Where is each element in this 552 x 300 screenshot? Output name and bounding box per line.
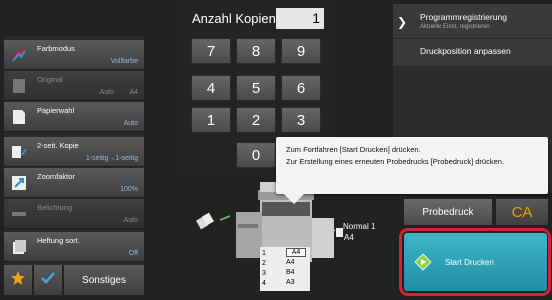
key-1[interactable]: 1 — [191, 107, 231, 133]
duplex-label: 2-seit. Kopie — [37, 141, 79, 150]
other-functions-button[interactable]: Sonstiges — [64, 265, 144, 295]
duplex-button[interactable]: 2-seit. Kopie 1-seitig→1-seitig — [4, 137, 144, 167]
tray-4-num: 4 — [262, 280, 266, 287]
program-register-label: Programmregistrierung — [420, 12, 507, 22]
color-mode-label: Farbmodus — [37, 44, 75, 53]
paper-select-button[interactable]: Papierwahl Auto — [4, 102, 144, 132]
paper-icon — [9, 107, 29, 127]
start-diamond-icon — [414, 253, 432, 271]
tray-3-size[interactable]: B4 — [286, 269, 295, 276]
check-button[interactable] — [34, 265, 62, 295]
key-9[interactable]: 9 — [281, 38, 321, 64]
tray-1-num: 1 — [262, 250, 266, 257]
program-register-sublabel: Aktuelle Einst. registrieren — [420, 24, 490, 30]
exposure-icon — [9, 204, 29, 224]
key-8[interactable]: 8 — [236, 38, 276, 64]
zoom-icon — [9, 173, 29, 193]
paper-select-value: Auto — [123, 120, 138, 127]
copies-label: Anzahl Kopien — [192, 11, 276, 26]
original-button: Original Auto A4 — [4, 71, 144, 101]
original-icon — [9, 76, 29, 96]
key-7[interactable]: 7 — [191, 38, 231, 64]
staple-sort-icon — [9, 237, 29, 257]
key-3[interactable]: 3 — [281, 107, 321, 133]
key-5[interactable]: 5 — [236, 75, 276, 101]
paper-select-label: Papierwahl — [37, 106, 75, 115]
duplex-icon — [9, 142, 29, 162]
key-4[interactable]: 4 — [191, 75, 231, 101]
print-position-label: Druckposition anpassen — [420, 46, 511, 56]
exposure-button: Belichtung Auto — [4, 199, 144, 229]
chevron-right-icon[interactable]: ❯ — [393, 4, 411, 40]
copy-screen: Farbmodus Vollfarbe Original Auto A4 Pap… — [0, 0, 552, 300]
proof-print-button[interactable]: Probedruck — [404, 199, 492, 225]
exposure-value: Auto — [123, 217, 138, 224]
tooltip-line-1: Zum Fortfahren [Start Drucken] drücken. — [286, 145, 421, 154]
favorites-button[interactable] — [4, 265, 32, 295]
tray-2-size[interactable]: A4 — [286, 259, 295, 266]
staple-sort-value: Off — [128, 250, 138, 257]
original-size-value: A4 — [129, 89, 138, 96]
key-0[interactable]: 0 — [236, 142, 276, 168]
output-size-label: A4 — [344, 233, 354, 242]
original-mode-value: Auto — [99, 89, 114, 96]
tooltip-line-2: Zur Erstellung eines erneuten Probedruck… — [286, 157, 505, 166]
tray-3-num: 3 — [262, 270, 266, 277]
checkmark-icon — [40, 270, 56, 291]
original-label: Original — [37, 75, 63, 84]
staple-sort-label: Heftung sort. — [37, 236, 80, 245]
output-tray-label: Normal 1 — [343, 222, 376, 231]
duplex-value: 1-seitig→1-seitig — [85, 155, 138, 162]
zoom-button[interactable]: Zoomfaktor 100% — [4, 168, 144, 198]
tray-2-num: 2 — [262, 260, 266, 267]
start-print-label: Start Drucken — [445, 258, 494, 267]
tray-4-size[interactable]: A3 — [286, 279, 295, 286]
zoom-label: Zoomfaktor — [37, 172, 75, 181]
key-6[interactable]: 6 — [281, 75, 321, 101]
clear-all-button[interactable]: CA — [496, 199, 548, 225]
color-mode-value: Vollfarbe — [110, 58, 138, 65]
exposure-label: Belichtung — [37, 203, 73, 212]
copies-count-field[interactable]: 1 — [276, 8, 324, 29]
info-tooltip: Zum Fortfahren [Start Drucken] drücken. … — [276, 137, 548, 204]
zoom-value: 100% — [120, 186, 138, 193]
color-mode-icon — [9, 45, 29, 65]
key-2[interactable]: 2 — [236, 107, 276, 133]
color-mode-button[interactable]: Farbmodus Vollfarbe — [4, 40, 144, 70]
star-icon — [10, 270, 26, 291]
staple-sort-button[interactable]: Heftung sort. Off — [4, 232, 144, 262]
tray-1-size[interactable]: A4 — [286, 248, 306, 257]
